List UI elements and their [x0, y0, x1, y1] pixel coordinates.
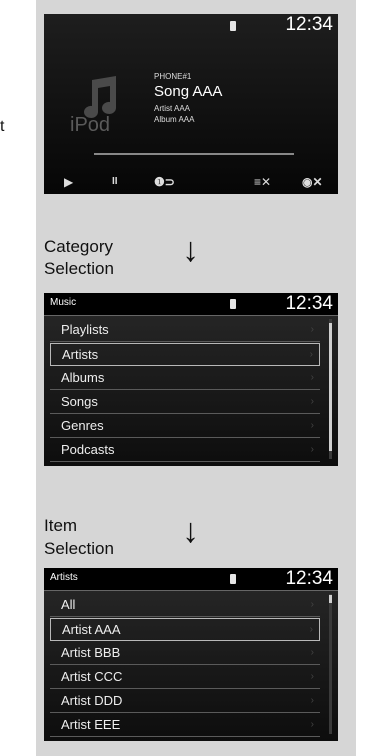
- category-label-line1: Category: [44, 237, 113, 256]
- category-item[interactable]: Artists ›: [50, 343, 320, 366]
- phone-icon: [230, 574, 236, 584]
- chevron-right-icon: ›: [310, 671, 314, 682]
- category-label-line2: Selection: [44, 259, 114, 278]
- chevron-right-icon: ›: [309, 624, 313, 635]
- screen-title: Artists: [50, 572, 78, 583]
- item-item[interactable]: Artist BBB ›: [50, 642, 320, 665]
- scrollbar-thumb[interactable]: [329, 323, 332, 451]
- artist-name: Artist AAA: [154, 104, 191, 113]
- shuffle-icon[interactable]: ≡✕: [254, 175, 271, 189]
- track-meta: PHONE#1 Song AAA Artist AAA Album AAA: [154, 71, 222, 125]
- chevron-right-icon: ›: [310, 647, 314, 658]
- category-item-label: Genres: [61, 418, 104, 433]
- item-item-label: Artist AAA: [62, 622, 121, 637]
- phone-icon: [230, 299, 236, 309]
- category-item[interactable]: Podcasts ›: [50, 439, 320, 462]
- chevron-right-icon: ›: [310, 695, 314, 706]
- category-item-label: Albums: [61, 370, 105, 385]
- scrollbar-track[interactable]: [329, 594, 332, 734]
- item-item-label: Artist CCC: [61, 669, 123, 684]
- source-label: PHONE#1: [154, 72, 192, 81]
- category-item[interactable]: Genres ›: [50, 415, 320, 438]
- clock: 12:34: [285, 14, 333, 35]
- category-screen: Music 12:34 Playlists › Artists › Albums › Son…: [44, 293, 338, 466]
- chevron-right-icon: ›: [310, 719, 314, 730]
- item-item[interactable]: Artist EEE ›: [50, 714, 320, 737]
- chevron-right-icon: ›: [309, 349, 313, 360]
- song-title: Song AAA: [154, 83, 223, 100]
- category-item-label: Songs: [61, 394, 98, 409]
- category-list: Playlists › Artists › Albums › Songs › Genres › Po…: [44, 316, 338, 466]
- shuffle-all-icon[interactable]: ◉✕: [302, 175, 323, 189]
- ipod-label: iPod: [70, 114, 111, 136]
- chevron-right-icon: ›: [310, 372, 314, 383]
- pause-icon[interactable]: II: [112, 175, 118, 189]
- down-arrow-icon: ↓: [182, 231, 199, 269]
- category-item-label: Playlists: [61, 322, 109, 337]
- clock: 12:34: [285, 568, 333, 589]
- scrollbar-thumb[interactable]: [329, 595, 332, 603]
- item-item[interactable]: All ›: [50, 594, 320, 617]
- item-item[interactable]: Artist AAA ›: [50, 618, 320, 641]
- item-item-label: Artist DDD: [61, 693, 123, 708]
- playback-controls: ▶ II ❶⊃ ≡✕ ◉✕: [44, 169, 338, 194]
- category-item-label: Artists: [62, 347, 99, 362]
- chevron-right-icon: ›: [310, 599, 314, 610]
- item-label-line1: Item: [44, 516, 78, 535]
- item-item[interactable]: Artist DDD ›: [50, 690, 320, 713]
- cropped-side-text: t: [0, 118, 5, 135]
- item-list: All › Artist AAA › Artist BBB › Artist CCC › Art…: [44, 591, 338, 741]
- status-bar: 12:34: [44, 14, 338, 36]
- category-item-label: Podcasts: [61, 442, 115, 457]
- phone-icon: [230, 21, 236, 31]
- album-name: Album AAA: [154, 115, 195, 124]
- chevron-right-icon: ›: [310, 420, 314, 431]
- item-item-label: Artist BBB: [61, 645, 121, 660]
- status-bar: Music 12:34: [44, 293, 338, 316]
- now-playing-screen: 12:34 iPod PHONE#1 Song AAA Artist AAA A…: [44, 14, 338, 194]
- down-arrow-icon: ↓: [182, 512, 199, 550]
- clock: 12:34: [285, 293, 333, 314]
- progress-bar[interactable]: [94, 153, 294, 155]
- ipod-artwork: iPod: [70, 74, 134, 144]
- play-icon[interactable]: ▶: [64, 175, 73, 189]
- chevron-right-icon: ›: [310, 324, 314, 335]
- item-screen: Artists 12:34 All › Artist AAA › Artist BBB ›…: [44, 568, 338, 741]
- item-item-label: All: [61, 597, 76, 612]
- category-item[interactable]: Albums ›: [50, 367, 320, 390]
- chevron-right-icon: ›: [310, 444, 314, 455]
- item-item-label: Artist EEE: [61, 717, 121, 732]
- status-bar: Artists 12:34: [44, 568, 338, 591]
- screen-title: Music: [50, 297, 77, 308]
- category-item[interactable]: Playlists ›: [50, 319, 320, 342]
- repeat-icon[interactable]: ❶⊃: [154, 175, 175, 189]
- chevron-right-icon: ›: [310, 396, 314, 407]
- category-item[interactable]: Songs ›: [50, 391, 320, 414]
- item-item[interactable]: Artist CCC ›: [50, 666, 320, 689]
- item-label-line2: Selection: [44, 539, 114, 558]
